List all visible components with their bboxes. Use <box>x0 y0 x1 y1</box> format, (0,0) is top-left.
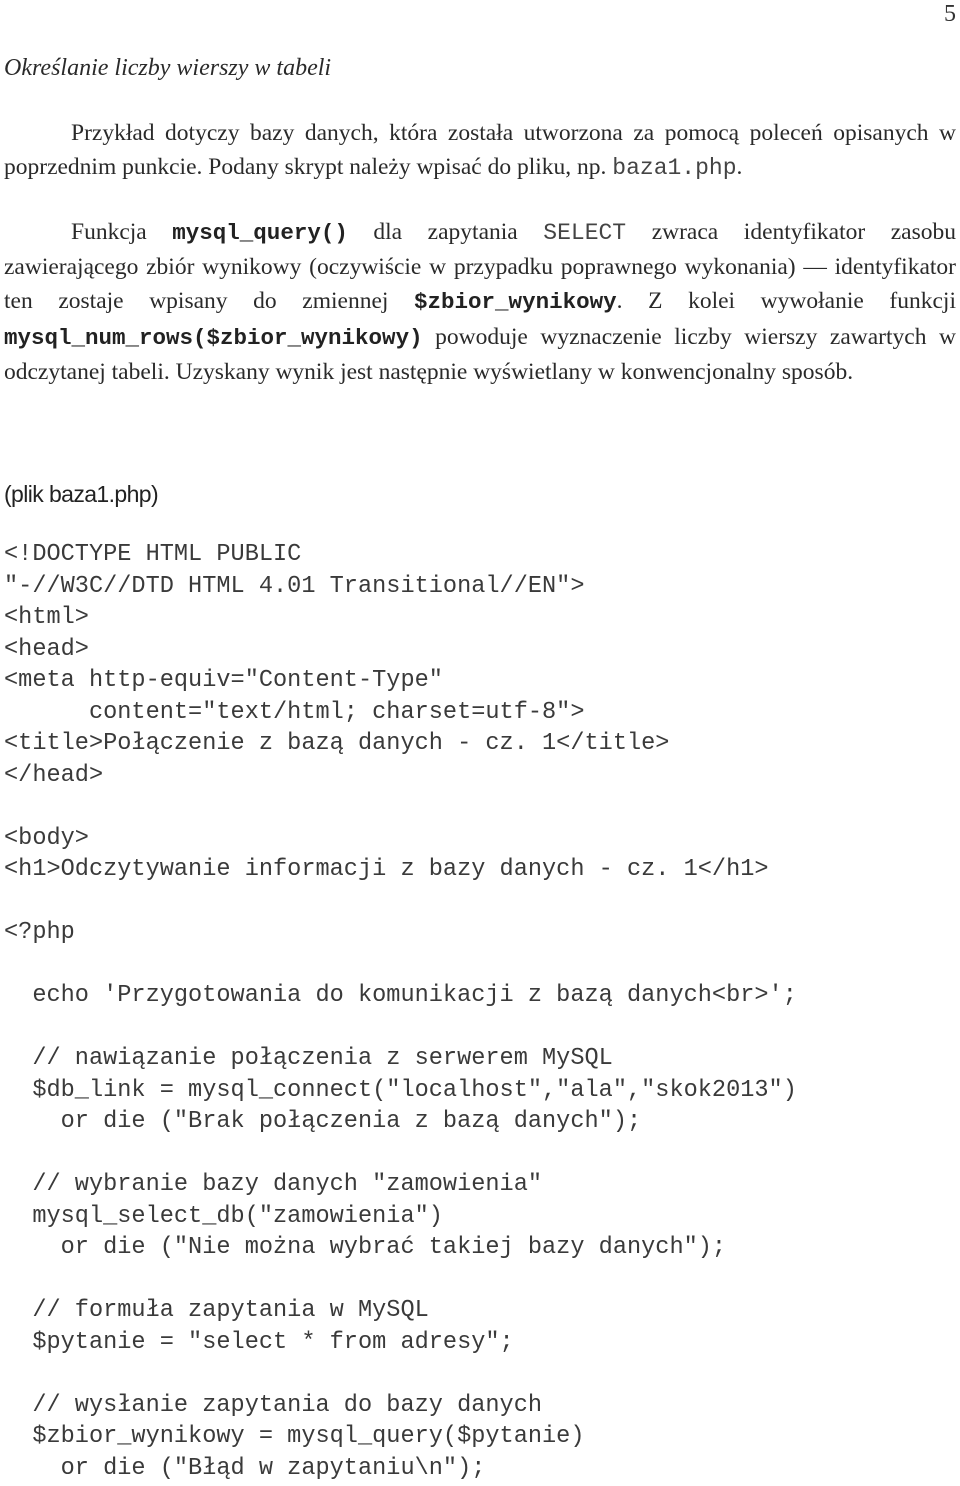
inline-code-mysql-query: mysql_query() <box>172 220 348 246</box>
intro-paragraph: Przykład dotyczy bazy danych, która zost… <box>4 116 956 185</box>
intro-text: Przykład dotyczy bazy danych, która zost… <box>4 120 956 181</box>
inline-code-mysql-num-rows: mysql_num_rows($zbior_wynikowy) <box>4 324 423 351</box>
code-line: <meta http-equiv="Content-Type" <box>4 667 443 694</box>
code-line: $db_link = mysql_connect("localhost","al… <box>4 1076 797 1104</box>
desc-text-2: dla zapytania <box>347 219 544 245</box>
code-line: or die ("Nie można wybrać takiej bazy da… <box>4 1234 727 1261</box>
code-line: $pytanie = "select * from adresy"; <box>4 1328 514 1356</box>
code-line: $zbior_wynikowy = mysql_query($pytanie) <box>4 1423 585 1450</box>
desc-text-1: Funkcja <box>71 219 173 245</box>
code-line: echo 'Przygotowania do komunikacji z baz… <box>4 982 797 1009</box>
code-line: <title>Połączenie z bazą danych - cz. 1<… <box>4 730 670 757</box>
code-line: content="text/html; charset=utf-8"> <box>4 698 585 726</box>
desc-text-4: . Z kolei wywołanie funkcji <box>616 288 956 315</box>
code-line: <head> <box>4 635 89 663</box>
code-listing: <!DOCTYPE HTML PUBLIC "-//W3C//DTD HTML 4… <box>4 539 797 1484</box>
code-line: </head> <box>4 761 104 789</box>
function-description-paragraph: Funkcja mysql_query() dla zapytania SELE… <box>4 215 956 389</box>
page-number: 5 <box>944 1 956 27</box>
code-line: <!DOCTYPE HTML PUBLIC <box>4 541 302 568</box>
code-line: <body> <box>4 824 89 852</box>
intro-trailing: . <box>736 154 743 181</box>
code-line: or die ("Błąd w zapytaniu\n"); <box>4 1454 486 1482</box>
inline-code-select: SELECT <box>543 220 627 246</box>
file-label: (plik baza1.php) <box>4 481 159 507</box>
inline-code-zbior-wynikowy: $zbior_wynikowy <box>414 289 617 316</box>
filename-inline-code: baza1.php <box>612 155 737 182</box>
code-line: <html> <box>4 604 89 631</box>
code-line: mysql_select_db("zamowienia") <box>4 1202 443 1230</box>
code-line: // wysłanie zapytania do bazy danych <box>4 1391 543 1419</box>
section-title: Określanie liczby wierszy w tabeli <box>4 55 332 81</box>
code-line: "-//W3C//DTD HTML 4.01 Transitional//EN"… <box>4 572 585 600</box>
code-line: // wybranie bazy danych "zamowienia" <box>4 1171 543 1198</box>
code-line: <h1>Odczytywanie informacji z bazy danyc… <box>4 856 769 883</box>
code-line: // nawiązanie połączenia z serwerem MySQ… <box>4 1045 613 1072</box>
code-line: or die ("Brak połączenia z bazą danych")… <box>4 1108 642 1135</box>
code-line: // formuła zapytania w MySQL <box>4 1297 429 1324</box>
code-line: <?php <box>4 919 75 946</box>
